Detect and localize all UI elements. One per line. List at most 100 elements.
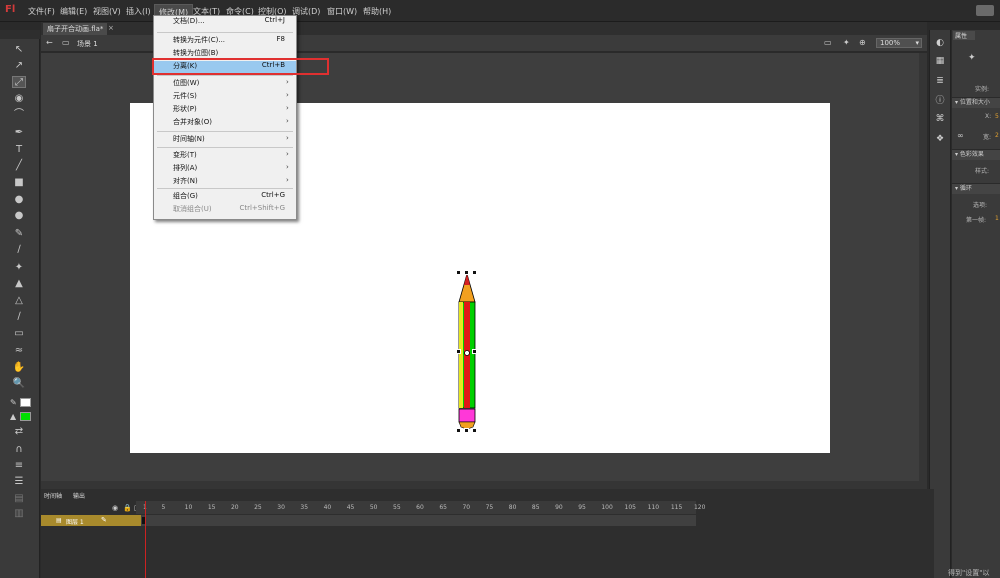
oval-tool-icon[interactable]: ● bbox=[12, 194, 26, 206]
close-tab-icon[interactable]: × bbox=[108, 24, 114, 32]
transform-handle-top-left[interactable] bbox=[456, 270, 461, 275]
transform-handle-bottom-left[interactable] bbox=[456, 428, 461, 433]
section-color-effect-label: 色彩效果 bbox=[959, 151, 984, 158]
menu-item-4-2[interactable]: 对齐(N) bbox=[173, 176, 198, 186]
edit-symbols-icon[interactable]: ✦ bbox=[843, 38, 850, 47]
scene-icon: ▭ bbox=[62, 38, 70, 47]
lasso-tool-icon[interactable]: ⌒ bbox=[12, 109, 26, 121]
bone-tool-icon[interactable]: ✦ bbox=[12, 262, 26, 274]
menu-item-5-0[interactable]: 组合(G) bbox=[173, 191, 198, 201]
menu-item-0-0[interactable]: 文档(D)... bbox=[173, 16, 205, 26]
back-arrow-icon[interactable]: ← bbox=[46, 38, 53, 47]
hand-tool-icon[interactable]: ✋ bbox=[12, 362, 26, 374]
menu-window[interactable]: 窗口(W) bbox=[327, 6, 357, 17]
transform-handle-top-right[interactable] bbox=[472, 270, 477, 275]
width-tool-icon[interactable]: ≈ bbox=[12, 345, 26, 357]
brush-tool-icon[interactable]: ∕ bbox=[12, 244, 26, 256]
submenu-arrow-icon: › bbox=[286, 176, 289, 184]
swap-colors-icon[interactable]: ⇄ bbox=[12, 426, 26, 438]
menu-item-1-1[interactable]: 转换为位图(B) bbox=[173, 48, 218, 58]
transform-handle-bottom-right[interactable] bbox=[472, 428, 477, 433]
color-palette-icon[interactable]: ◐ bbox=[934, 38, 946, 49]
stroke-color-swatch[interactable] bbox=[20, 398, 31, 407]
info-panel-icon[interactable]: ⓘ bbox=[934, 96, 946, 107]
section-position-size[interactable]: ▾ 位置和大小 bbox=[952, 97, 1000, 108]
smooth-icon[interactable]: ≡ bbox=[12, 460, 26, 472]
menu-item-5-1[interactable]: 取消组合(U) bbox=[173, 204, 212, 214]
frame-tick-label: 115 bbox=[670, 504, 683, 511]
selection-tool-icon[interactable]: ↖ bbox=[12, 44, 26, 56]
line-tool-icon[interactable]: ╱ bbox=[12, 160, 26, 172]
menu-item-3-0[interactable]: 时间轴(N) bbox=[173, 134, 205, 144]
menu-item-4-0[interactable]: 变形(T) bbox=[173, 150, 197, 160]
pencil-edit-icon: ✎ bbox=[101, 516, 107, 524]
fill-color-swatch[interactable] bbox=[20, 412, 31, 421]
swatches-icon[interactable]: ▦ bbox=[934, 56, 946, 67]
tools-panel-header bbox=[0, 30, 40, 39]
transform-panel-icon[interactable]: ⌘ bbox=[934, 114, 946, 125]
zoom-tool-icon[interactable]: 🔍 bbox=[12, 378, 26, 390]
menu-item-2-0[interactable]: 位图(W) bbox=[173, 78, 199, 88]
ink-bottle-tool-icon[interactable]: △ bbox=[12, 295, 26, 307]
scene-label[interactable]: 场景 1 bbox=[77, 39, 98, 49]
pen-tool-icon[interactable]: ✒ bbox=[12, 127, 26, 139]
menu-item-4-1[interactable]: 排列(A) bbox=[173, 163, 197, 173]
first-frame-value[interactable]: 1 bbox=[995, 215, 999, 222]
properties-tab[interactable]: 属性 bbox=[953, 31, 975, 40]
frame-track[interactable] bbox=[141, 515, 696, 526]
snap-magnet-icon[interactable]: ∩ bbox=[12, 444, 26, 456]
edit-scene-icon[interactable]: ▭ bbox=[824, 38, 832, 47]
menu-insert[interactable]: 插入(I) bbox=[126, 6, 151, 17]
components-panel-icon[interactable]: ❖ bbox=[934, 134, 946, 145]
menu-item-2-2[interactable]: 形状(P) bbox=[173, 104, 197, 114]
pencil-tool-icon[interactable]: ✎ bbox=[12, 228, 26, 240]
section-color-effect[interactable]: ▾ 色彩效果 bbox=[952, 149, 1000, 160]
transform-handle-bottom[interactable] bbox=[464, 428, 469, 433]
x-value[interactable]: 5 bbox=[995, 113, 999, 120]
zoom-select[interactable]: 100% ▾ bbox=[876, 38, 922, 48]
lock-icon[interactable]: 🔒 bbox=[123, 504, 132, 512]
straighten-icon[interactable]: ☰ bbox=[12, 476, 26, 488]
section-loop[interactable]: ▾ 循环 bbox=[952, 183, 1000, 194]
options-label: 选项: bbox=[973, 202, 988, 209]
transform-handle-left[interactable] bbox=[456, 349, 461, 354]
tab-timeline[interactable]: 时间轴 bbox=[44, 491, 62, 500]
polystar-tool-icon[interactable]: ● bbox=[12, 210, 26, 222]
menu-file[interactable]: 文件(F) bbox=[28, 6, 55, 17]
submenu-arrow-icon: › bbox=[286, 163, 289, 171]
menu-item-2-1[interactable]: 元件(S) bbox=[173, 91, 197, 101]
zoom-value: 100% bbox=[880, 39, 901, 47]
menu-edit[interactable]: 编辑(E) bbox=[60, 6, 87, 17]
free-transform-tool-icon[interactable]: ⤢ bbox=[12, 76, 26, 88]
paint-bucket-tool-icon[interactable]: ▲ bbox=[12, 278, 26, 290]
submenu-arrow-icon: › bbox=[286, 91, 289, 99]
width-value[interactable]: 2 bbox=[995, 132, 999, 139]
eraser-tool-icon[interactable]: ▭ bbox=[12, 328, 26, 340]
eyedropper-tool-icon[interactable]: ∕ bbox=[12, 311, 26, 323]
3d-rotation-tool-icon[interactable]: ◉ bbox=[12, 93, 26, 105]
option-icon-1[interactable]: ▤ bbox=[12, 493, 26, 505]
horizontal-scrollbar[interactable] bbox=[41, 481, 927, 489]
link-icon[interactable]: ∞ bbox=[957, 131, 964, 140]
properties-panel bbox=[952, 30, 1000, 578]
rectangle-tool-icon[interactable]: ■ bbox=[12, 177, 26, 189]
document-tab[interactable]: 扇子开合动画.fla* bbox=[43, 23, 108, 35]
vertical-scrollbar[interactable] bbox=[919, 53, 927, 485]
align-panel-icon[interactable]: ≣ bbox=[934, 76, 946, 87]
transform-handle-right[interactable] bbox=[472, 349, 477, 354]
center-stage-icon[interactable]: ⊕ bbox=[859, 38, 866, 47]
workspace-switcher-button[interactable] bbox=[976, 5, 994, 16]
eye-icon[interactable]: ◉ bbox=[112, 504, 118, 512]
layer-name[interactable]: 图层 1 bbox=[66, 517, 84, 526]
tab-output[interactable]: 输出 bbox=[73, 491, 85, 500]
submenu-arrow-icon: › bbox=[286, 150, 289, 158]
menu-item-1-0[interactable]: 转换为元件(C)... bbox=[173, 35, 225, 45]
menu-view[interactable]: 视图(V) bbox=[93, 6, 121, 17]
menu-help[interactable]: 帮助(H) bbox=[363, 6, 391, 17]
text-tool-icon[interactable]: T bbox=[12, 144, 26, 156]
option-icon-2[interactable]: ▥ bbox=[12, 508, 26, 520]
subselection-tool-icon[interactable]: ↗ bbox=[12, 60, 26, 72]
playhead[interactable] bbox=[145, 501, 146, 578]
transform-handle-top[interactable] bbox=[464, 270, 469, 275]
menu-item-2-3[interactable]: 合并对象(O) bbox=[173, 117, 212, 127]
